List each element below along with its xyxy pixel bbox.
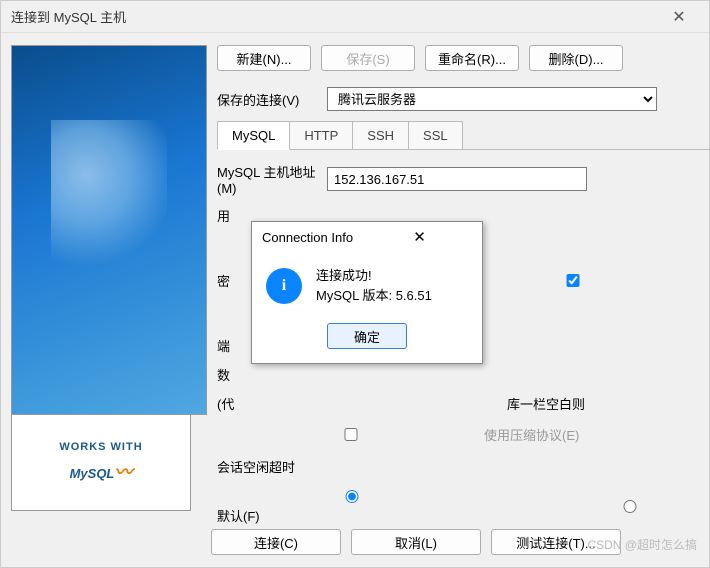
tab-mysql[interactable]: MySQL — [217, 121, 290, 150]
hint-row: (代 库一栏空白则 — [217, 394, 710, 413]
hint-3: 库一栏空白则 — [507, 394, 585, 413]
modal-title: Connection Info — [262, 230, 367, 245]
modal-message: 连接成功! MySQL 版本: 5.6.51 — [316, 266, 432, 305]
saved-connection-select[interactable]: 腾讯云服务器 — [327, 87, 657, 111]
puzzle-image — [11, 45, 207, 415]
tab-http[interactable]: HTTP — [289, 121, 353, 149]
connection-dialog: 连接到 MySQL 主机 ✕ WORKS WITH MySQL〰 新建(N)..… — [0, 0, 710, 568]
window-title: 连接到 MySQL 主机 — [11, 7, 659, 26]
modal-titlebar: Connection Info ✕ — [252, 222, 482, 252]
custom-radio-input[interactable] — [500, 500, 710, 513]
connection-info-modal: Connection Info ✕ i 连接成功! MySQL 版本: 5.6.… — [251, 221, 483, 364]
left-panel: WORKS WITH MySQL〰 — [1, 33, 201, 567]
saved-connection-label: 保存的连接(V) — [217, 90, 327, 109]
cancel-button[interactable]: 取消(L) — [351, 529, 481, 555]
compress-row: 使用压缩协议(E) ? — [217, 423, 710, 445]
test-button[interactable]: 测试连接(T)... — [491, 529, 621, 555]
custom-radio[interactable] — [495, 497, 710, 516]
modal-close-icon[interactable]: ✕ — [367, 228, 472, 246]
connect-button[interactable]: 连接(C) — [211, 529, 341, 555]
rename-button[interactable]: 重命名(R)... — [425, 45, 519, 71]
default-radio-input[interactable] — [222, 490, 482, 503]
dolphin-icon: 〰 — [114, 462, 132, 482]
bottom-buttons: 连接(C) 取消(L) 测试连接(T)... — [211, 529, 693, 555]
works-with-text: WORKS WITH — [59, 441, 142, 453]
mysql-logo: MySQL〰 — [70, 453, 133, 485]
modal-footer: 确定 — [252, 315, 482, 363]
saved-connection-row: 保存的连接(V) 腾讯云服务器 — [217, 87, 710, 111]
save-button[interactable]: 保存(S) — [321, 45, 415, 71]
logo-area: WORKS WITH MySQL〰 — [11, 415, 191, 511]
tab-ssl[interactable]: SSL — [408, 121, 463, 149]
delete-button[interactable]: 删除(D)... — [529, 45, 623, 71]
hint-1: (代 — [217, 394, 327, 413]
compress-checkbox[interactable] — [221, 428, 481, 441]
db-row: 数 — [217, 365, 710, 384]
modal-line2: MySQL 版本: 5.6.51 — [316, 286, 432, 306]
idle-label: 会话空闲超时 — [217, 457, 327, 476]
host-row: MySQL 主机地址(M) — [217, 162, 710, 196]
tab-ssh[interactable]: SSH — [352, 121, 409, 149]
toolbar-row: 新建(N)... 保存(S) 重命名(R)... 删除(D)... — [217, 45, 710, 71]
new-button[interactable]: 新建(N)... — [217, 45, 311, 71]
close-icon[interactable]: ✕ — [659, 7, 699, 27]
modal-line1: 连接成功! — [316, 266, 432, 286]
tab-bar: MySQL HTTP SSH SSL — [217, 121, 710, 150]
idle-row: 会话空闲超时 ? — [217, 455, 710, 477]
info-icon: i — [266, 268, 302, 304]
compress-label: 使用压缩协议(E) — [484, 425, 579, 444]
host-input[interactable] — [327, 167, 587, 191]
titlebar: 连接到 MySQL 主机 ✕ — [1, 1, 709, 33]
modal-body: i 连接成功! MySQL 版本: 5.6.51 — [252, 252, 482, 315]
default-radio[interactable]: 默认(F) — [217, 487, 485, 525]
ok-button[interactable]: 确定 — [327, 323, 407, 349]
host-label: MySQL 主机地址(M) — [217, 162, 327, 196]
db-label: 数 — [217, 365, 327, 384]
idle-radio-row: 默认(F) (秒) — [217, 487, 710, 525]
